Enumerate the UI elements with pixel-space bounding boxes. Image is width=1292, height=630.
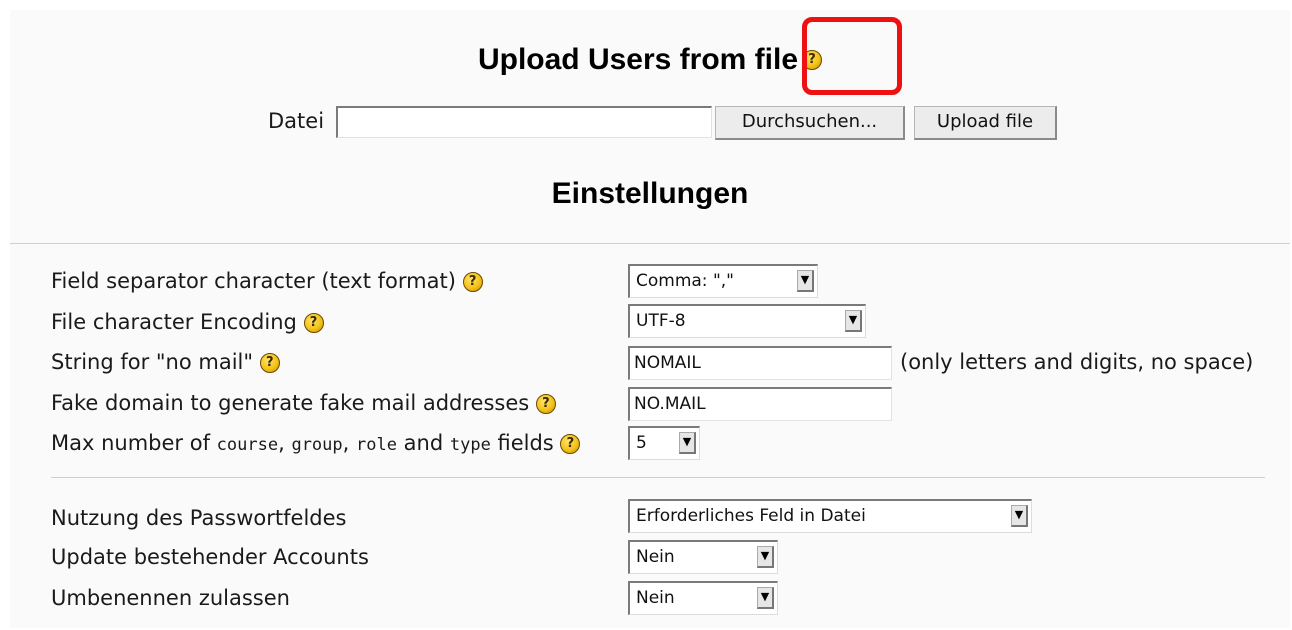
upload-users-page: Upload Users from file ? Datei Durchsuch… — [10, 10, 1290, 628]
password-usage-value: Erforderliches Feld in Datei — [636, 506, 866, 526]
password-usage-label: Nutzung des Passwortfeldes — [51, 506, 347, 530]
code-role: role — [356, 435, 397, 455]
upload-file-button[interactable]: Upload file — [914, 106, 1057, 140]
max-fields-select[interactable]: 5 ▼ — [628, 426, 700, 460]
chevron-down-icon[interactable]: ▼ — [845, 310, 862, 332]
fake-domain-label-text: Fake domain to generate fake mail addres… — [51, 391, 530, 415]
file-label: Datei — [268, 109, 325, 133]
conjunction-and: and — [403, 431, 444, 455]
divider-top — [10, 243, 1290, 244]
fake-domain-label: Fake domain to generate fake mail addres… — [51, 390, 556, 416]
nomail-label: String for "no mail" ? — [51, 349, 280, 375]
update-accounts-select[interactable]: Nein ▼ — [628, 540, 778, 574]
divider-middle — [51, 477, 1265, 478]
update-accounts-label: Update bestehender Accounts — [51, 545, 369, 569]
browse-button[interactable]: Durchsuchen... — [715, 106, 905, 140]
chevron-down-icon[interactable]: ▼ — [757, 546, 774, 568]
separator-comma: , — [342, 431, 350, 455]
help-icon[interactable]: ? — [535, 394, 556, 414]
allow-rename-select[interactable]: Nein ▼ — [628, 581, 778, 615]
max-fields-label-pre: Max number of — [51, 431, 210, 455]
help-icon[interactable]: ? — [259, 353, 280, 373]
settings-heading: Einstellungen — [551, 177, 749, 210]
fake-domain-input[interactable]: NO.MAIL — [628, 387, 892, 421]
chevron-down-icon[interactable]: ▼ — [679, 432, 696, 454]
allow-rename-value: Nein — [636, 588, 675, 608]
update-accounts-value: Nein — [636, 547, 675, 567]
nomail-input[interactable]: NOMAIL — [628, 346, 892, 380]
code-type: type — [449, 435, 491, 455]
chevron-down-icon[interactable]: ▼ — [757, 587, 774, 609]
field-separator-select[interactable]: Comma: "," ▼ — [628, 264, 818, 298]
field-separator-label-text: Field separator character (text format) — [51, 269, 456, 293]
encoding-label-text: File character Encoding — [51, 310, 297, 334]
code-course: course — [216, 435, 279, 455]
max-fields-label-post: fields — [497, 431, 554, 455]
chevron-down-icon[interactable]: ▼ — [1011, 505, 1028, 527]
allow-rename-label: Umbenennen zulassen — [51, 586, 290, 610]
encoding-label: File character Encoding ? — [51, 309, 324, 335]
page-title-row: Upload Users from file ? — [10, 43, 1290, 77]
field-separator-label: Field separator character (text format) … — [51, 268, 483, 294]
chevron-down-icon[interactable]: ▼ — [797, 270, 814, 292]
code-group: group — [291, 435, 343, 455]
encoding-select[interactable]: UTF-8 ▼ — [628, 304, 866, 338]
annotation-highlight-box — [802, 17, 902, 95]
help-icon[interactable]: ? — [560, 434, 581, 454]
file-path-input[interactable] — [336, 106, 712, 138]
field-separator-value: Comma: "," — [636, 271, 734, 291]
max-fields-label: Max number of course, group, role and ty… — [51, 430, 581, 458]
help-icon[interactable]: ? — [462, 272, 483, 292]
nomail-hint: (only letters and digits, no space) — [900, 350, 1254, 374]
nomail-label-text: String for "no mail" — [51, 350, 254, 374]
password-usage-select[interactable]: Erforderliches Feld in Datei ▼ — [628, 499, 1032, 533]
encoding-value: UTF-8 — [636, 311, 686, 331]
page-title: Upload Users from file — [477, 43, 799, 76]
max-fields-value: 5 — [636, 433, 647, 453]
help-icon[interactable]: ? — [303, 313, 324, 333]
separator-comma: , — [278, 431, 285, 455]
